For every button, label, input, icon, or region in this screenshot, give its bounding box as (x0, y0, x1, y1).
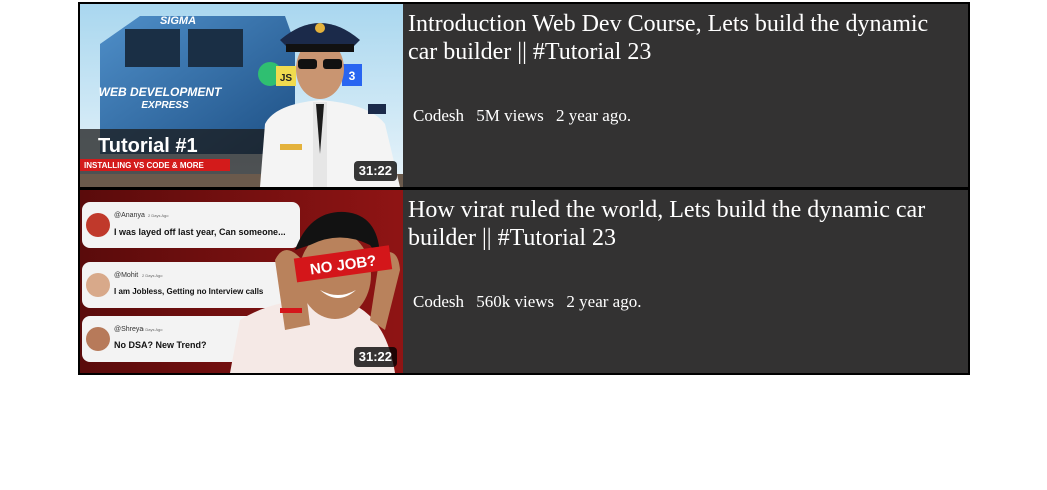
video-item[interactable]: @Ananya 2 Days Ago I was layed off last … (80, 190, 968, 373)
svg-text:No DSA? New Trend?: No DSA? New Trend? (114, 340, 207, 350)
svg-text:WEB DEVELOPMENT: WEB DEVELOPMENT (99, 85, 223, 99)
video-thumbnail[interactable]: @Ananya 2 Days Ago I was layed off last … (80, 190, 403, 373)
video-meta: Codesh 560k views 2 year ago. (408, 292, 960, 312)
svg-text:JS: JS (280, 73, 293, 84)
svg-text:EXPRESS: EXPRESS (141, 100, 189, 111)
thumbnail-image: @Ananya 2 Days Ago I was layed off last … (80, 190, 403, 373)
video-title[interactable]: How virat ruled the world, Lets build th… (408, 196, 960, 252)
svg-text:SIGMA: SIGMA (160, 15, 196, 27)
video-info: How virat ruled the world, Lets build th… (403, 190, 968, 373)
video-item[interactable]: SIGMA WEB DEVELOPMENT EXPRESS Tutorial #… (80, 4, 968, 187)
svg-text:2 Days Ago: 2 Days Ago (148, 213, 169, 218)
video-duration: 31:22 (353, 161, 397, 181)
svg-text:@Mohit: @Mohit (114, 272, 138, 279)
video-duration: 31:22 (353, 347, 397, 367)
video-list: SIGMA WEB DEVELOPMENT EXPRESS Tutorial #… (78, 2, 970, 375)
upload-age: 2 year ago. (556, 106, 632, 125)
video-info: Introduction Web Dev Course, Lets build … (403, 4, 968, 187)
comment-card: @Ananya 2 Days Ago I was layed off last … (82, 202, 300, 248)
view-count: 5M views (476, 106, 544, 125)
video-thumbnail[interactable]: SIGMA WEB DEVELOPMENT EXPRESS Tutorial #… (80, 4, 403, 187)
svg-text:I am Jobless, Getting no Inter: I am Jobless, Getting no Interview calls (114, 287, 264, 296)
svg-text:@Ananya: @Ananya (114, 212, 145, 219)
video-title[interactable]: Introduction Web Dev Course, Lets build … (408, 10, 960, 66)
upload-age: 2 year ago. (566, 292, 642, 311)
svg-text:2 Days Ago: 2 Days Ago (142, 273, 163, 278)
svg-text:@Shreya: @Shreya (114, 326, 143, 333)
svg-text:INSTALLING VS CODE & MORE: INSTALLING VS CODE & MORE (84, 161, 205, 170)
svg-text:I was layed off last year, Can: I was layed off last year, Can someone..… (114, 227, 286, 237)
view-count: 560k views (476, 292, 555, 311)
svg-text:Tutorial #1: Tutorial #1 (98, 135, 198, 157)
video-meta: Codesh 5M views 2 year ago. (408, 106, 960, 126)
svg-text:2 Days Ago: 2 Days Ago (142, 327, 163, 332)
channel-name[interactable]: Codesh (413, 106, 464, 125)
svg-text:3: 3 (349, 69, 356, 83)
thumbnail-image: SIGMA WEB DEVELOPMENT EXPRESS Tutorial #… (80, 4, 403, 187)
comment-card: @Mohit 2 Days Ago I am Jobless, Getting … (82, 262, 300, 308)
channel-name[interactable]: Codesh (413, 292, 464, 311)
